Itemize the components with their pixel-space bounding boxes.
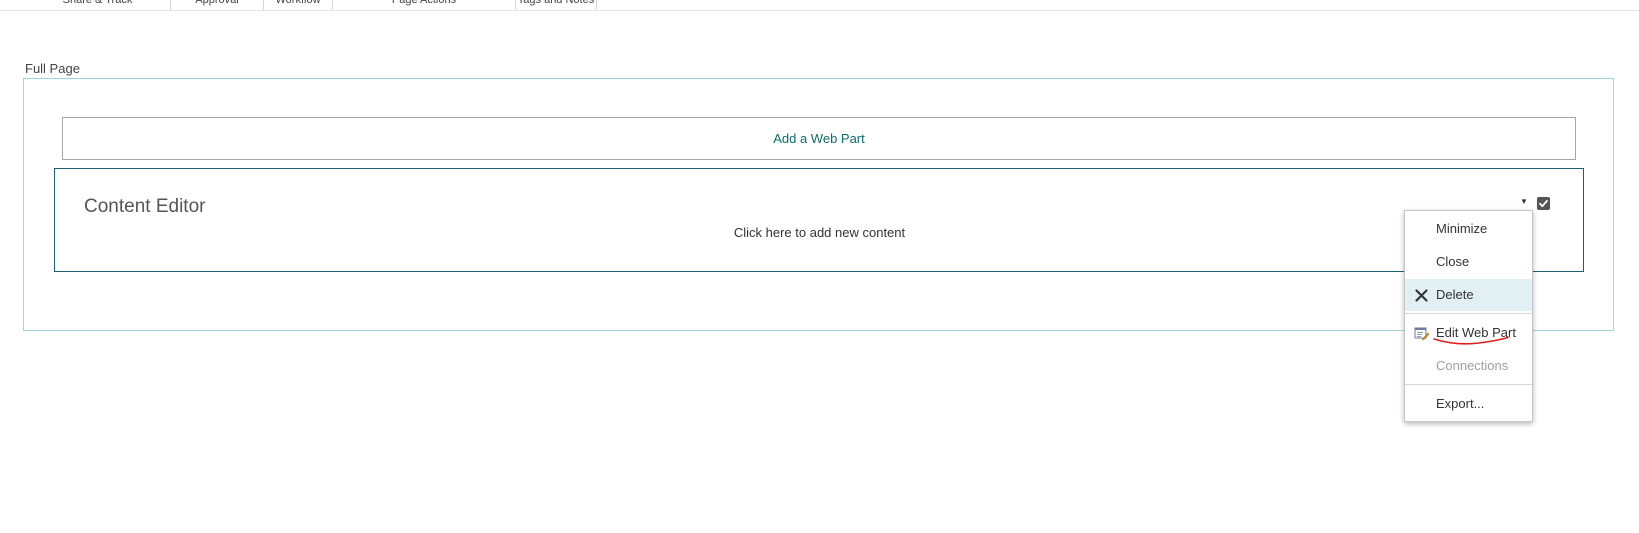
content-editor-webpart[interactable] <box>54 168 1584 272</box>
dropdown-arrow-icon[interactable]: ▼ <box>1518 196 1530 208</box>
add-new-content-link[interactable]: Click here to add new content <box>0 225 1639 240</box>
menu-item-label: Connections <box>1436 358 1509 373</box>
menu-item-minimize[interactable]: Minimize <box>1405 213 1532 245</box>
ribbon-group-share-track: Share & Track <box>25 0 171 10</box>
ribbon-group-labels: Share & Track Approval Workflow Page Act… <box>0 0 1639 11</box>
add-webpart-button[interactable]: Add a Web Part <box>62 117 1576 160</box>
menu-item-label: Export... <box>1436 396 1485 411</box>
webpart-context-menu: Minimize Close Delete Edit Web Part Conn… <box>1404 210 1533 422</box>
webpart-title: Content Editor <box>84 196 206 217</box>
delete-x-icon <box>1415 289 1428 302</box>
ribbon-group-workflow: Workflow <box>264 0 333 10</box>
add-webpart-label: Add a Web Part <box>773 131 865 146</box>
menu-item-export[interactable]: Export... <box>1405 388 1532 420</box>
menu-item-connections: Connections <box>1405 350 1532 382</box>
menu-item-label: Minimize <box>1436 221 1488 236</box>
menu-item-label: Delete <box>1436 287 1474 302</box>
menu-item-close[interactable]: Close <box>1405 246 1532 278</box>
webpart-select-checkbox[interactable] <box>1537 197 1550 210</box>
menu-item-edit-webpart[interactable]: Edit Web Part <box>1405 317 1532 349</box>
menu-item-label: Close <box>1436 254 1470 269</box>
menu-item-label: Edit Web Part <box>1436 325 1516 340</box>
checkmark-icon <box>1539 199 1548 208</box>
add-new-content-label: Click here to add new content <box>733 225 906 240</box>
ribbon-group-tags-notes: Tags and Notes <box>516 0 597 10</box>
ribbon-group-approval: Approval <box>171 0 264 10</box>
edit-webpart-icon <box>1414 327 1429 341</box>
zone-title: Full Page <box>25 61 80 76</box>
menu-item-delete[interactable]: Delete <box>1405 279 1532 311</box>
menu-separator <box>1405 384 1532 385</box>
ribbon-group-page-actions: Page Actions <box>333 0 516 10</box>
menu-separator <box>1405 313 1532 314</box>
